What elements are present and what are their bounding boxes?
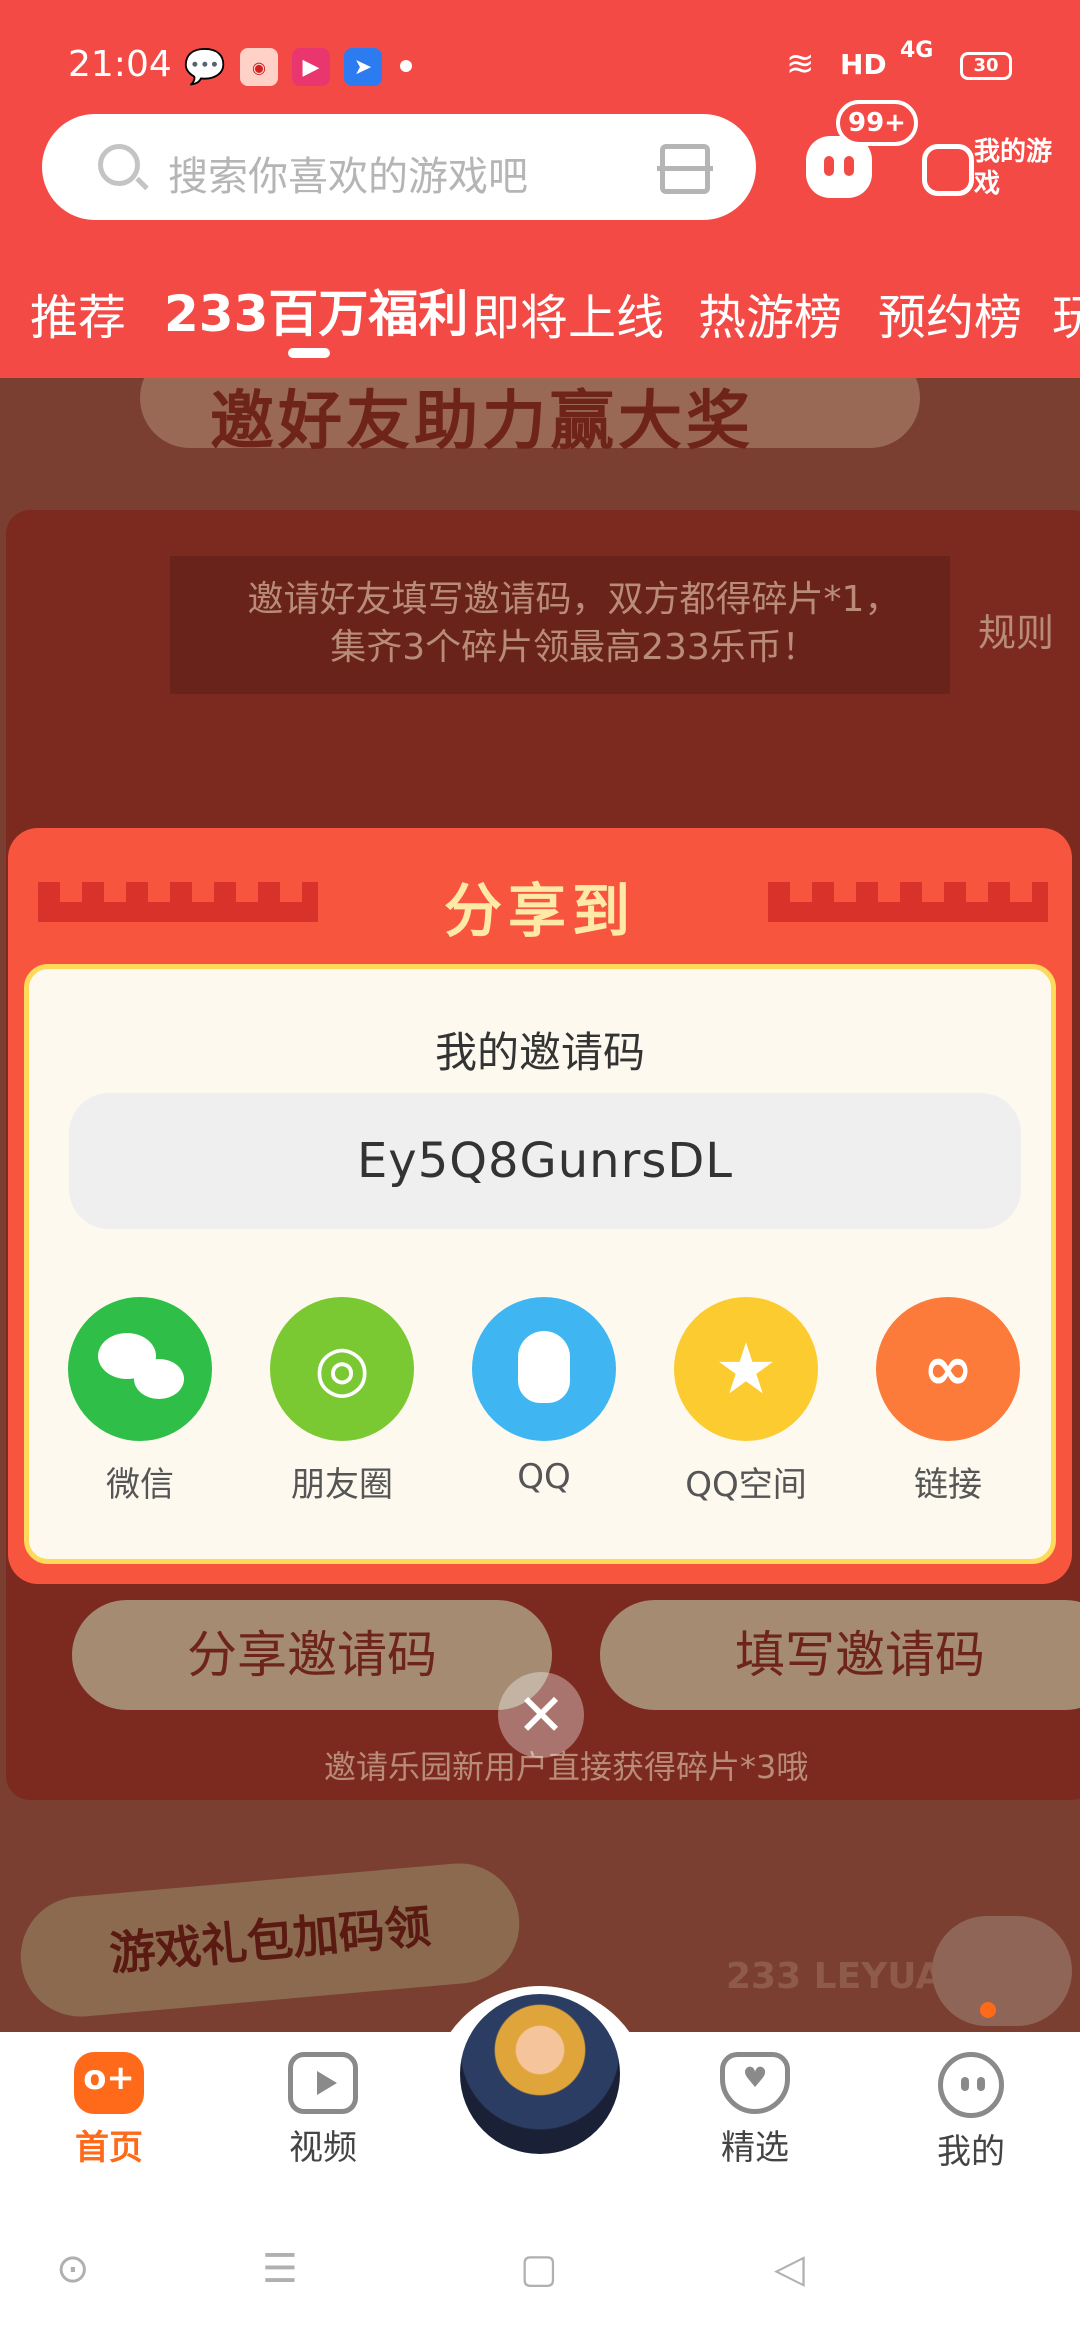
share-moments-button[interactable]: ◎ 朋友圈 xyxy=(267,1297,417,1506)
invite-code-value[interactable]: Ey5Q8GunrsDL xyxy=(69,1093,1021,1229)
nav-featured[interactable]: 精选 xyxy=(690,2052,820,2169)
gift-pack-banner: 游戏礼包加码领 xyxy=(15,1858,525,2022)
hd-indicator: HD xyxy=(840,48,887,81)
back-triangle-icon[interactable]: ◁ xyxy=(774,2246,805,2292)
share-qq-label: QQ xyxy=(517,1457,571,1497)
share-panel: 我的邀请码 Ey5Q8GunrsDL 微信 ◎ 朋友圈 QQ ★ QQ空间 ∞ … xyxy=(24,964,1056,1564)
active-tab-indicator xyxy=(288,348,330,358)
nav-video-label: 视频 xyxy=(289,2128,357,2168)
nav-home[interactable]: 首页 xyxy=(44,2052,174,2169)
gamepad-icon xyxy=(922,144,974,196)
more-notifications-dot xyxy=(400,60,412,72)
home-gamepad-icon xyxy=(74,2052,144,2114)
search-icon xyxy=(98,144,140,186)
moments-icon: ◎ xyxy=(270,1297,414,1441)
wifi-icon: ≋ xyxy=(786,44,815,84)
scan-icon[interactable] xyxy=(657,144,713,194)
my-games-button[interactable]: 我的游戏 xyxy=(922,136,1052,206)
search-input[interactable]: 搜索你喜欢的游戏吧 xyxy=(168,144,528,202)
invite-banner-title: 邀好友助力赢大奖 xyxy=(210,385,754,459)
category-tabs: 推荐 233百万福利 即将上线 热游榜 预约榜 玩 xyxy=(0,268,1080,348)
my-games-label: 我的游戏 xyxy=(974,137,1053,199)
nav-mine[interactable]: 我的 xyxy=(906,2052,1036,2173)
share-link-label: 链接 xyxy=(914,1465,982,1505)
tab-upcoming[interactable]: 即将上线 xyxy=(472,278,664,348)
video-notification-icon: ▶ xyxy=(292,48,330,86)
app-notification-icon: ◉ xyxy=(240,48,278,86)
tab-reservations[interactable]: 预约榜 xyxy=(878,278,1022,348)
share-qq-button[interactable]: QQ xyxy=(469,1297,619,1497)
tab-233-welfare[interactable]: 233百万福利 xyxy=(164,274,468,346)
message-badge: 99+ xyxy=(836,100,918,146)
share-wechat-label: 微信 xyxy=(106,1465,174,1505)
tab-hot-games[interactable]: 热游榜 xyxy=(698,278,842,348)
qq-icon xyxy=(472,1297,616,1441)
share-wechat-button[interactable]: 微信 xyxy=(65,1297,215,1506)
status-bar: 21:04 💬 ◉ ▶ ➤ ≋ HD 4G 30 xyxy=(0,0,1080,120)
message-notification-icon: ➤ xyxy=(344,48,382,86)
qzone-icon: ★ xyxy=(674,1297,818,1441)
menu-icon[interactable]: ☰ xyxy=(262,2246,298,2292)
refresh-button[interactable] xyxy=(932,1916,1072,2026)
tab-more[interactable]: 玩 xyxy=(1052,278,1080,348)
home-square-icon[interactable]: ▢ xyxy=(520,2246,558,2292)
invite-code-label: 我的邀请码 xyxy=(434,1028,645,1077)
mine-notification-dot xyxy=(980,2002,996,2018)
search-bar[interactable]: 搜索你喜欢的游戏吧 xyxy=(42,114,756,220)
rules-link[interactable]: 规则 xyxy=(978,602,1054,657)
signal-icon: 4G xyxy=(900,38,934,63)
center-avatar[interactable] xyxy=(456,1990,624,2158)
link-icon: ∞ xyxy=(876,1297,1020,1441)
share-modal: 分享到 我的邀请码 Ey5Q8GunrsDL 微信 ◎ 朋友圈 QQ ★ QQ空… xyxy=(8,828,1072,1584)
featured-heart-icon xyxy=(720,2052,790,2114)
fill-code-button[interactable]: 填写邀请码 xyxy=(600,1600,1080,1710)
top-header: 21:04 💬 ◉ ▶ ➤ ≋ HD 4G 30 搜索你喜欢的游戏吧 99+ 我… xyxy=(0,0,1080,378)
share-moments-label: 朋友圈 xyxy=(291,1465,393,1505)
share-qzone-button[interactable]: ★ QQ空间 xyxy=(671,1297,821,1506)
nav-video[interactable]: 视频 xyxy=(258,2052,388,2169)
close-icon[interactable]: ✕ xyxy=(498,1672,584,1758)
wechat-icon xyxy=(68,1297,212,1441)
invite-description: 邀请好友填写邀请码，双方都得碎片*1，集齐3个碎片领最高233乐币！ xyxy=(247,579,901,668)
nav-featured-label: 精选 xyxy=(721,2128,789,2168)
nav-home-label: 首页 xyxy=(75,2128,143,2168)
nav-mine-label: 我的 xyxy=(937,2132,1005,2172)
system-nav-bar: ⊙ ☰ ▢ ◁ xyxy=(0,2192,1080,2340)
profile-face-icon xyxy=(938,2052,1004,2118)
share-qzone-label: QQ空间 xyxy=(685,1465,807,1505)
wechat-notification-icon: 💬 xyxy=(183,47,227,87)
battery-icon: 30 xyxy=(960,52,1012,80)
assistant-icon[interactable]: ⊙ xyxy=(56,2246,90,2292)
tab-recommend[interactable]: 推荐 xyxy=(30,278,126,348)
share-code-button[interactable]: 分享邀请码 xyxy=(72,1600,552,1710)
share-link-button[interactable]: ∞ 链接 xyxy=(873,1297,1023,1506)
status-time: 21:04 xyxy=(68,44,172,85)
share-modal-title: 分享到 xyxy=(443,877,636,945)
video-icon xyxy=(288,2052,358,2114)
